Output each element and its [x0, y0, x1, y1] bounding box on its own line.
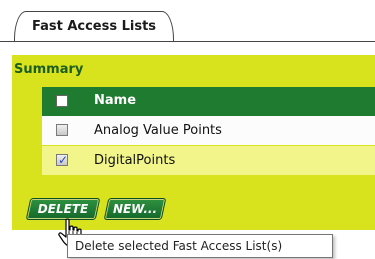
row-name[interactable]: DigitalPoints: [94, 153, 175, 168]
checkmark-icon: ✓: [57, 153, 69, 167]
table-row[interactable]: ✓ DigitalPoints: [42, 146, 375, 176]
row-checkbox[interactable]: [56, 124, 68, 136]
new-button[interactable]: NEW...: [103, 198, 167, 220]
fast-access-list-table: Name Analog Value Points ✓ DigitalPoints: [42, 87, 375, 176]
row-checkbox[interactable]: ✓: [56, 153, 69, 167]
tab-fast-access-lists[interactable]: Fast Access Lists: [14, 11, 174, 41]
tab-strip: Fast Access Lists: [0, 0, 375, 46]
delete-button-label: DELETE: [37, 202, 89, 216]
summary-panel: Summary Name Analog Value Points ✓ Digit…: [12, 55, 375, 230]
row-name[interactable]: Analog Value Points: [94, 123, 222, 138]
select-all-checkbox[interactable]: [56, 95, 68, 107]
tab-divider: [0, 41, 375, 42]
delete-button[interactable]: DELETE: [25, 198, 101, 220]
new-button-label: NEW...: [112, 202, 158, 216]
column-header-name[interactable]: Name: [94, 93, 136, 108]
panel-title: Summary: [14, 62, 84, 77]
table-header-row: Name: [42, 87, 375, 116]
table-row[interactable]: Analog Value Points: [42, 116, 375, 146]
tooltip: Delete selected Fast Access List(s): [67, 234, 333, 258]
tab-label: Fast Access Lists: [31, 19, 157, 34]
